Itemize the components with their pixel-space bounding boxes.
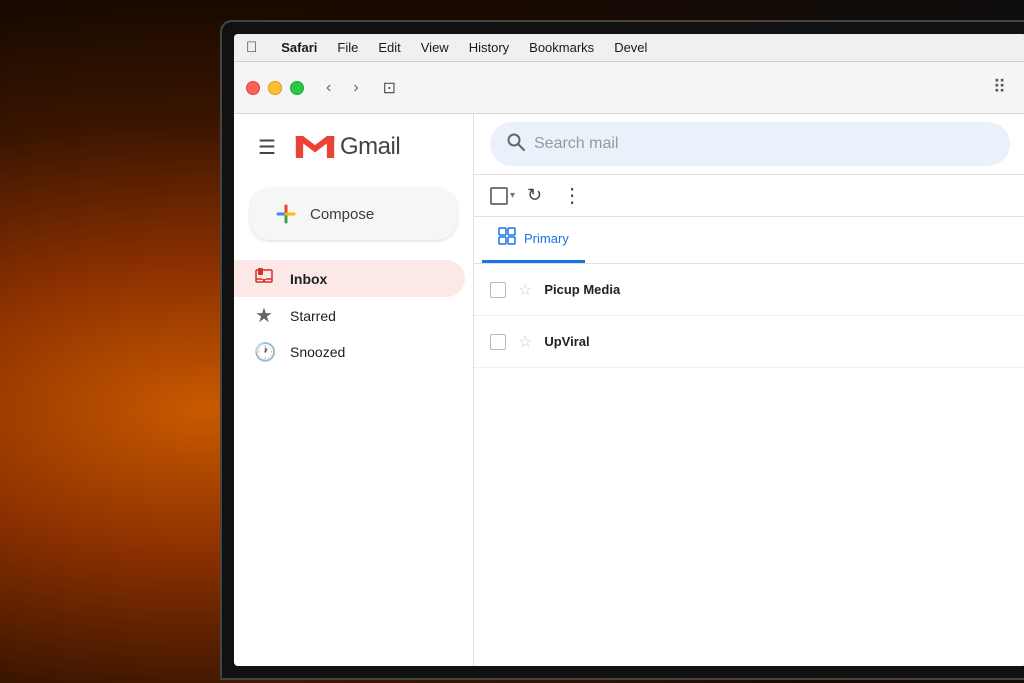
menu-history[interactable]: History (469, 40, 509, 55)
compose-plus-icon (274, 202, 298, 226)
search-placeholder-text: Search mail (534, 135, 618, 153)
apple-menu-icon[interactable]:  (246, 39, 257, 56)
menu-bar:  Safari File Edit View History Bookmark… (234, 34, 1024, 62)
email-checkbox[interactable] (490, 334, 506, 350)
refresh-button[interactable]: ↻ (519, 179, 550, 212)
inbox-label: Inbox (290, 271, 327, 287)
menu-devel[interactable]: Devel (614, 40, 647, 55)
hamburger-menu-button[interactable]: ☰ (250, 130, 284, 164)
email-sender: Picup Media (544, 282, 664, 297)
snoozed-label: Snoozed (290, 344, 345, 360)
search-icon (506, 132, 526, 157)
menu-safari[interactable]: Safari (281, 40, 317, 55)
screen-content:  Safari File Edit View History Bookmark… (234, 34, 1024, 666)
select-checkbox-area[interactable]: ▾ (490, 187, 515, 205)
tab-primary[interactable]: Primary (482, 217, 585, 263)
sidebar-item-snoozed[interactable]: 🕐 Snoozed (234, 334, 465, 370)
email-row[interactable]: ☆ Picup Media (474, 264, 1024, 316)
more-options-button[interactable]: ⋮ (554, 177, 590, 214)
email-row[interactable]: ☆ UpViral (474, 316, 1024, 368)
gmail-content: Search mail ▾ ↻ ⋮ (474, 114, 1024, 666)
menu-bookmarks[interactable]: Bookmarks (529, 40, 594, 55)
gmail-main: ☰ (234, 114, 1024, 666)
compose-label: Compose (310, 206, 374, 223)
maximize-window-button[interactable] (290, 81, 304, 95)
minimize-window-button[interactable] (268, 81, 282, 95)
inbox-tabs: Primary (474, 217, 1024, 264)
forward-button[interactable]: › (347, 77, 364, 99)
more-icon: ⋮ (562, 183, 582, 208)
primary-tab-icon (498, 227, 516, 250)
back-button[interactable]: ‹ (320, 77, 337, 99)
email-toolbar: ▾ ↻ ⋮ (474, 175, 1024, 217)
close-window-button[interactable] (246, 81, 260, 95)
gmail-wordmark: Gmail (340, 133, 400, 161)
email-list: ☆ Picup Media ☆ UpViral (474, 264, 1024, 666)
inbox-icon (254, 266, 274, 291)
sidebar-item-inbox[interactable]: Inbox (234, 260, 465, 297)
sidebar-item-starred[interactable]: ★ Starred (234, 297, 465, 334)
screen-bezel:  Safari File Edit View History Bookmark… (222, 22, 1024, 678)
gmail-header: ☰ (234, 122, 473, 180)
email-checkbox[interactable] (490, 282, 506, 298)
compose-button[interactable]: Compose (250, 188, 457, 240)
select-dropdown-arrow[interactable]: ▾ (510, 190, 515, 201)
gmail-sidebar: ☰ (234, 114, 474, 666)
menu-edit[interactable]: Edit (378, 40, 400, 55)
search-bar[interactable]: Search mail (490, 122, 1010, 166)
starred-icon: ★ (254, 303, 274, 328)
menu-view[interactable]: View (421, 40, 449, 55)
refresh-icon: ↻ (527, 185, 542, 206)
email-sender: UpViral (544, 334, 664, 349)
window-controls (246, 81, 304, 95)
select-all-checkbox[interactable] (490, 187, 508, 205)
snoozed-icon: 🕐 (254, 342, 274, 363)
gmail-logo-area: Gmail (294, 131, 400, 163)
primary-tab-label: Primary (524, 231, 569, 246)
browser-toolbar: ‹ › ⊡ ⠿ (234, 62, 1024, 114)
starred-label: Starred (290, 308, 336, 324)
hamburger-icon: ☰ (258, 135, 276, 160)
laptop-frame:  Safari File Edit View History Bookmark… (220, 20, 1024, 680)
gmail-m-icon (294, 131, 336, 163)
search-bar-area: Search mail (474, 114, 1024, 175)
sidebar-toggle-button[interactable]: ⊡ (375, 74, 404, 102)
email-star-icon[interactable]: ☆ (518, 280, 532, 300)
grid-menu-button[interactable]: ⠿ (985, 73, 1014, 102)
email-star-icon[interactable]: ☆ (518, 332, 532, 352)
menu-file[interactable]: File (337, 40, 358, 55)
